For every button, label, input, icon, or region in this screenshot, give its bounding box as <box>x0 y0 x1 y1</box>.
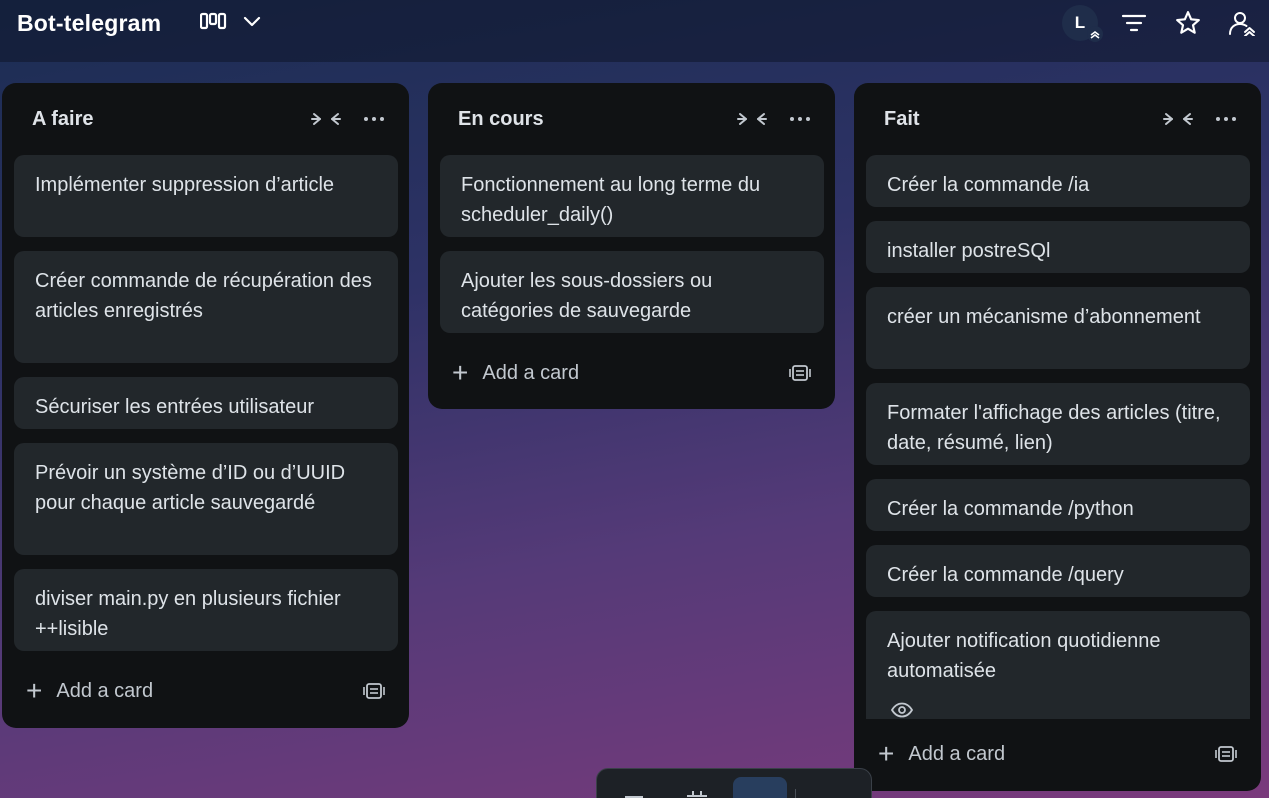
list-menu-icon[interactable] <box>1214 110 1238 128</box>
list-fait: Fait Créer la commande /ia installer pos… <box>854 83 1261 791</box>
board-title[interactable]: Bot-telegram <box>17 10 161 37</box>
card-title: Sécuriser les entrées utilisateur <box>35 396 315 418</box>
card[interactable]: diviser main.py en plusieurs fichier ++l… <box>14 569 398 651</box>
card-title: installer postreSQl <box>887 240 1051 262</box>
calendar-icon[interactable] <box>685 787 709 798</box>
list-en-cours: En cours Fonctionnement au long terme du… <box>428 83 835 409</box>
add-card-label: Add a card <box>482 361 580 384</box>
card[interactable]: Prévoir un système d’ID ou d’UUID pour c… <box>14 443 398 555</box>
card-template-icon[interactable] <box>1215 744 1237 764</box>
add-card-label: Add a card <box>908 742 1006 765</box>
list-a-faire: A faire Implémenter suppression d’articl… <box>2 83 409 728</box>
card[interactable]: Créer la commande /query <box>866 545 1250 597</box>
toolbar-divider <box>795 789 796 798</box>
add-card-button[interactable]: + Add a card <box>452 358 579 388</box>
card[interactable]: installer postreSQl <box>866 221 1250 273</box>
card-title: créer un mécanisme d’abonnement <box>887 306 1201 328</box>
card[interactable]: créer un mécanisme d’abonnement <box>866 287 1250 369</box>
card-template-icon[interactable] <box>363 681 385 701</box>
card[interactable]: Créer la commande /ia <box>866 155 1250 207</box>
card[interactable]: Ajouter les sous-dossiers ou catégories … <box>440 251 824 333</box>
list-title[interactable]: En cours <box>458 108 544 131</box>
watching-eye-icon <box>890 697 914 727</box>
list-title[interactable]: A faire <box>32 108 94 131</box>
add-card-button[interactable]: + Add a card <box>878 739 1005 769</box>
plus-icon: + <box>26 675 43 706</box>
board-view-icon <box>199 11 228 36</box>
share-icon[interactable] <box>1226 9 1258 37</box>
card-title: diviser main.py en plusieurs fichier ++l… <box>35 588 341 640</box>
card[interactable]: Fonctionnement au long terme du schedule… <box>440 155 824 237</box>
list-menu-icon[interactable] <box>788 110 812 128</box>
card-title: Créer la commande /python <box>887 498 1134 520</box>
card[interactable]: Créer la commande /python <box>866 479 1250 531</box>
board-view-switcher[interactable] <box>199 10 262 36</box>
inbox-icon[interactable] <box>623 789 645 798</box>
collapse-list-icon[interactable] <box>311 110 341 128</box>
card-title: Ajouter notification quotidienne automat… <box>887 630 1161 682</box>
add-card-label: Add a card <box>56 679 154 702</box>
card-title: Implémenter suppression d’article <box>35 174 335 196</box>
card-title: Prévoir un système d’ID ou d’UUID pour c… <box>35 462 346 514</box>
star-icon[interactable] <box>1174 9 1202 37</box>
avatar-initial: L <box>1074 13 1086 32</box>
collapse-list-icon[interactable] <box>737 110 767 128</box>
list-title[interactable]: Fait <box>884 108 920 131</box>
card[interactable]: Implémenter suppression d’article <box>14 155 398 237</box>
card[interactable]: Formater l'affichage des articles (titre… <box>866 383 1250 465</box>
card-title: Ajouter les sous-dossiers ou catégories … <box>461 270 713 322</box>
card-title: Créer la commande /ia <box>887 174 1090 196</box>
list-header: Fait <box>854 83 1261 153</box>
card-title: Formater l'affichage des articles (titre… <box>887 402 1221 454</box>
list-header: A faire <box>2 83 409 153</box>
bottom-view-toolbar <box>596 768 872 798</box>
card-title: Créer commande de récupération des artic… <box>35 270 372 322</box>
card[interactable]: Créer commande de récupération des artic… <box>14 251 398 363</box>
card-template-icon[interactable] <box>789 363 811 383</box>
plus-icon: + <box>878 738 895 769</box>
avatar[interactable]: L <box>1062 5 1103 42</box>
board-tab-active[interactable] <box>733 777 787 798</box>
card[interactable]: Sécuriser les entrées utilisateur <box>14 377 398 429</box>
plus-icon: + <box>452 357 469 388</box>
chevron-down-icon[interactable] <box>242 14 262 33</box>
filter-icon[interactable] <box>1120 10 1148 36</box>
admin-badge-icon <box>1087 26 1103 42</box>
list-header: En cours <box>428 83 835 153</box>
list-menu-icon[interactable] <box>362 110 386 128</box>
board-header: Bot-telegram L <box>0 0 1269 62</box>
collapse-list-icon[interactable] <box>1163 110 1193 128</box>
card-title: Fonctionnement au long terme du schedule… <box>461 174 761 226</box>
add-card-button[interactable]: + Add a card <box>26 676 153 706</box>
card-title: Créer la commande /query <box>887 564 1124 586</box>
card[interactable]: Ajouter notification quotidienne automat… <box>866 611 1250 719</box>
